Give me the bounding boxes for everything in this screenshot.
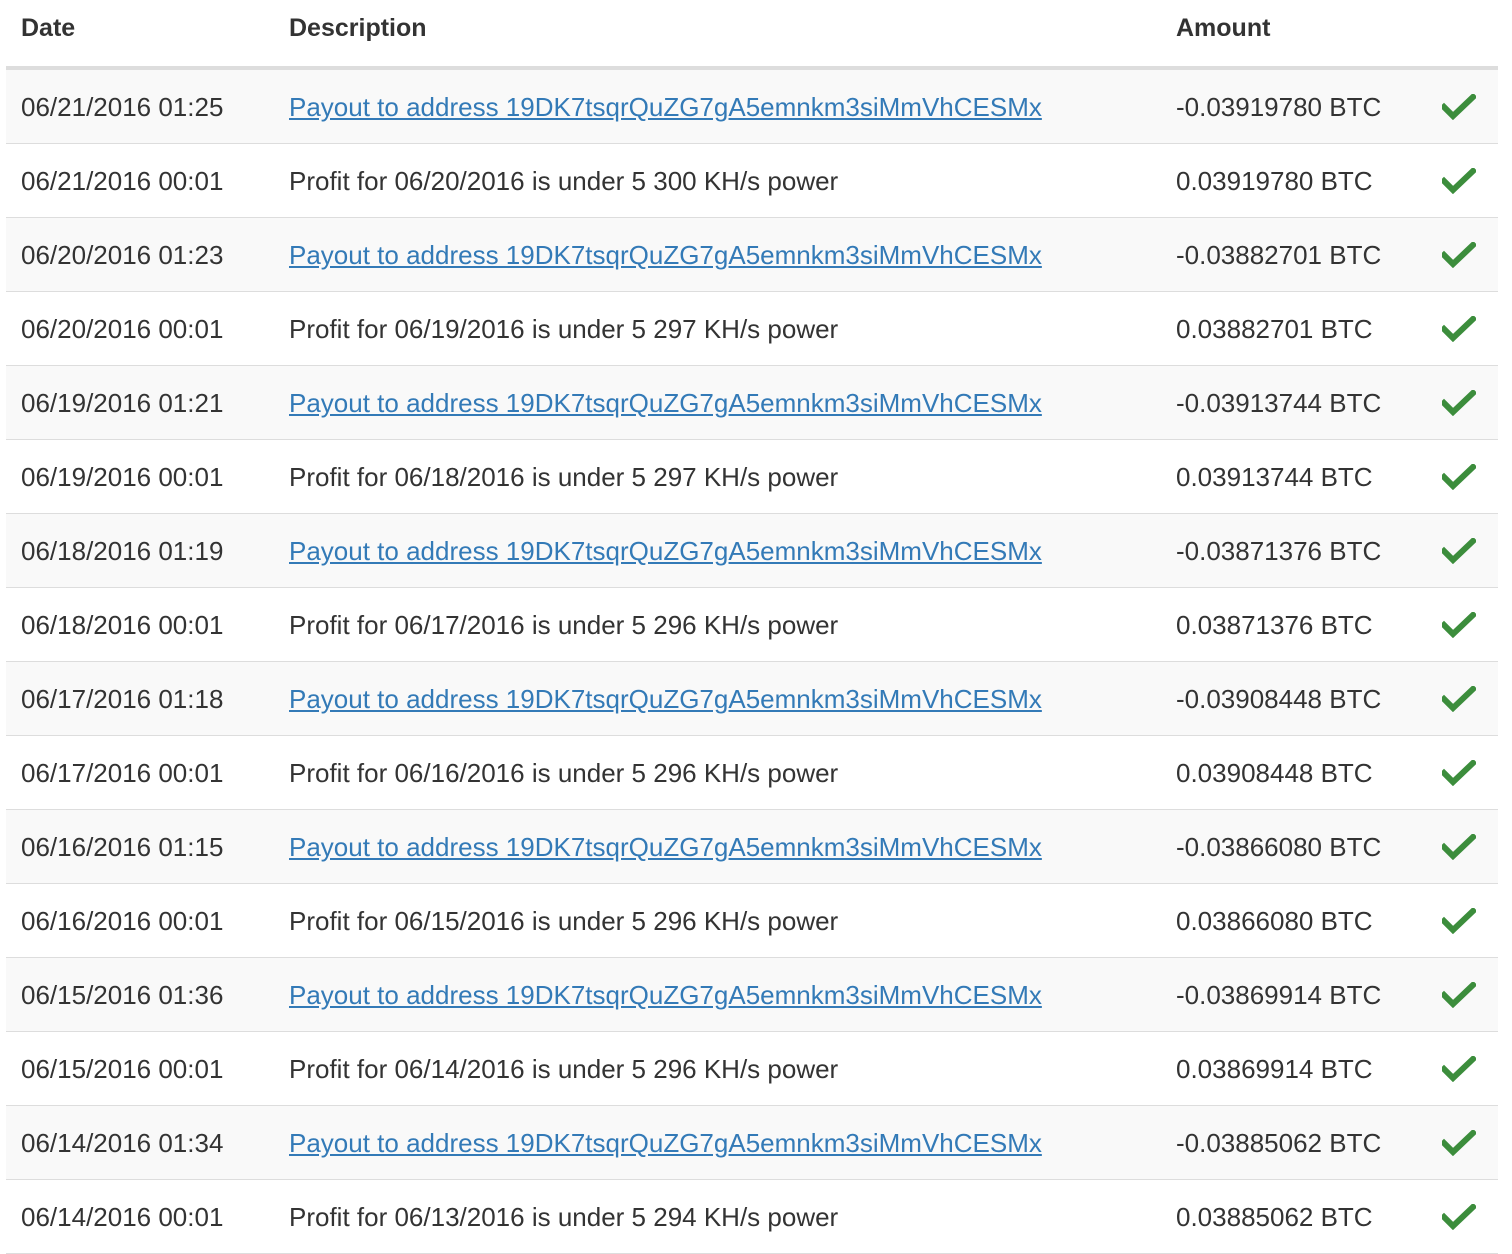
payout-address-link[interactable]: Payout to address 19DK7tsqrQuZG7gA5emnkm… [289,1128,1042,1158]
row-description: Payout to address 19DK7tsqrQuZG7gA5emnkm… [289,832,1042,863]
row-amount: 0.03882701 BTC [1176,314,1373,344]
row-description: Profit for 06/15/2016 is under 5 296 KH/… [289,906,839,936]
row-description: Payout to address 19DK7tsqrQuZG7gA5emnkm… [289,536,1042,567]
row-amount: -0.03913744 BTC [1176,388,1382,418]
row-description: Profit for 06/14/2016 is under 5 296 KH/… [289,1054,839,1084]
row-amount: 0.03885062 BTC [1176,1202,1373,1232]
row-description: Payout to address 19DK7tsqrQuZG7gA5emnkm… [289,92,1042,123]
row-description: Payout to address 19DK7tsqrQuZG7gA5emnkm… [289,684,1042,715]
checkmark-icon [1439,1202,1478,1231]
row-date: 06/15/2016 00:01 [21,1054,224,1084]
row-description: Payout to address 19DK7tsqrQuZG7gA5emnkm… [289,240,1042,271]
header-description: Description [289,14,427,42]
row-date: 06/20/2016 00:01 [21,314,224,344]
row-date: 06/21/2016 01:25 [21,92,224,122]
table-row: 06/16/2016 01:15 Payout to address 19DK7t… [6,810,1498,884]
checkmark-icon [1439,388,1478,417]
table-row: 06/17/2016 01:18 Payout to address 19DK7t… [6,662,1498,736]
checkmark-icon [1439,1128,1478,1157]
checkmark-icon [1439,758,1478,787]
row-date: 06/14/2016 00:01 [21,1202,224,1232]
row-date: 06/18/2016 01:19 [21,536,224,566]
row-description: Profit for 06/18/2016 is under 5 297 KH/… [289,462,839,492]
payout-address-link[interactable]: Payout to address 19DK7tsqrQuZG7gA5emnkm… [289,240,1042,270]
table-body: 06/21/2016 01:25 Payout to address 19DK7t… [6,70,1498,1254]
checkmark-icon [1439,166,1478,195]
row-description: Profit for 06/16/2016 is under 5 296 KH/… [289,758,839,788]
row-date: 06/17/2016 00:01 [21,758,224,788]
row-amount: -0.03869914 BTC [1176,980,1382,1010]
table-row: 06/21/2016 01:25 Payout to address 19DK7t… [6,70,1498,144]
row-amount: 0.03913744 BTC [1176,462,1373,492]
header-amount: Amount [1176,14,1271,42]
row-date: 06/19/2016 01:21 [21,388,224,418]
row-amount: -0.03919780 BTC [1176,92,1382,122]
row-amount: -0.03866080 BTC [1176,832,1382,862]
table-row: 06/17/2016 00:01 Profit for 06/16/2016 is… [6,736,1498,810]
row-description: Profit for 06/20/2016 is under 5 300 KH/… [289,166,839,196]
table-row: 06/20/2016 01:23 Payout to address 19DK7t… [6,218,1498,292]
table-row: 06/18/2016 01:19 Payout to address 19DK7t… [6,514,1498,588]
row-description: Payout to address 19DK7tsqrQuZG7gA5emnkm… [289,388,1042,419]
table-row: 06/15/2016 01:36 Payout to address 19DK7t… [6,958,1498,1032]
row-description: Payout to address 19DK7tsqrQuZG7gA5emnkm… [289,1128,1042,1159]
payout-address-link[interactable]: Payout to address 19DK7tsqrQuZG7gA5emnkm… [289,832,1042,862]
row-amount: 0.03866080 BTC [1176,906,1373,936]
payout-address-link[interactable]: Payout to address 19DK7tsqrQuZG7gA5emnkm… [289,684,1042,714]
checkmark-icon [1439,980,1478,1009]
row-amount: 0.03871376 BTC [1176,610,1373,640]
row-date: 06/21/2016 00:01 [21,166,224,196]
checkmark-icon [1439,92,1478,121]
table-row: 06/16/2016 00:01 Profit for 06/15/2016 is… [6,884,1498,958]
checkmark-icon [1439,462,1478,491]
payout-address-link[interactable]: Payout to address 19DK7tsqrQuZG7gA5emnkm… [289,92,1042,122]
table-row: 06/21/2016 00:01 Profit for 06/20/2016 is… [6,144,1498,218]
table-row: 06/15/2016 00:01 Profit for 06/14/2016 is… [6,1032,1498,1106]
row-date: 06/17/2016 01:18 [21,684,224,714]
row-date: 06/18/2016 00:01 [21,610,224,640]
table-row: 06/19/2016 00:01 Profit for 06/18/2016 is… [6,440,1498,514]
row-date: 06/20/2016 01:23 [21,240,224,270]
row-date: 06/14/2016 01:34 [21,1128,224,1158]
table-row: 06/20/2016 00:01 Profit for 06/19/2016 is… [6,292,1498,366]
checkmark-icon [1439,240,1478,269]
table-row: 06/14/2016 01:34 Payout to address 19DK7t… [6,1106,1498,1180]
row-amount: 0.03908448 BTC [1176,758,1373,788]
row-amount: -0.03871376 BTC [1176,536,1382,566]
table-row: 06/14/2016 00:01 Profit for 06/13/2016 is… [6,1180,1498,1254]
row-date: 06/15/2016 01:36 [21,980,224,1010]
row-amount: -0.03885062 BTC [1176,1128,1382,1158]
row-amount: -0.03908448 BTC [1176,684,1382,714]
row-date: 06/16/2016 01:15 [21,832,224,862]
transactions-table: Date Description Amount 06/21/2016 01:25… [6,0,1498,1254]
payout-address-link[interactable]: Payout to address 19DK7tsqrQuZG7gA5emnkm… [289,536,1042,566]
row-date: 06/16/2016 00:01 [21,906,224,936]
payout-address-link[interactable]: Payout to address 19DK7tsqrQuZG7gA5emnkm… [289,388,1042,418]
header-date: Date [21,14,76,42]
row-description: Profit for 06/19/2016 is under 5 297 KH/… [289,314,839,344]
table-row: 06/19/2016 01:21 Payout to address 19DK7t… [6,366,1498,440]
checkmark-icon [1439,314,1478,343]
payout-address-link[interactable]: Payout to address 19DK7tsqrQuZG7gA5emnkm… [289,980,1042,1010]
row-amount: 0.03919780 BTC [1176,166,1373,196]
row-description: Profit for 06/17/2016 is under 5 296 KH/… [289,610,839,640]
row-amount: -0.03882701 BTC [1176,240,1382,270]
checkmark-icon [1439,610,1478,639]
table-row: 06/18/2016 00:01 Profit for 06/17/2016 is… [6,588,1498,662]
checkmark-icon [1439,536,1478,565]
row-date: 06/19/2016 00:01 [21,462,224,492]
checkmark-icon [1439,684,1478,713]
row-description: Profit for 06/13/2016 is under 5 294 KH/… [289,1202,839,1232]
table-header: Date Description Amount [6,0,1498,70]
checkmark-icon [1439,1054,1478,1083]
checkmark-icon [1439,832,1478,861]
checkmark-icon [1439,906,1478,935]
row-amount: 0.03869914 BTC [1176,1054,1373,1084]
row-description: Payout to address 19DK7tsqrQuZG7gA5emnkm… [289,980,1042,1011]
